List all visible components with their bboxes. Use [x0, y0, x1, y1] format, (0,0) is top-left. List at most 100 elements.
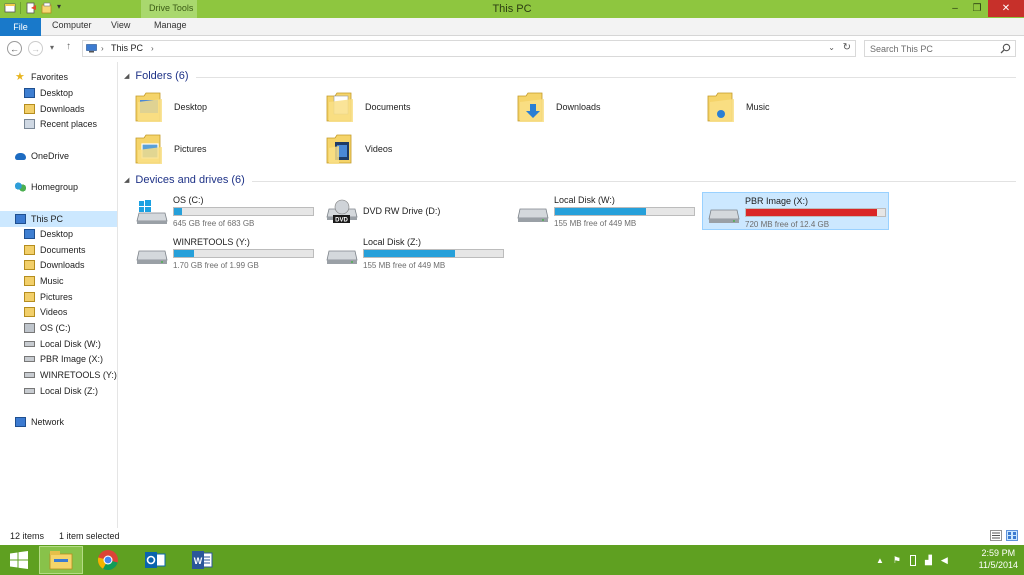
- folder-pictures[interactable]: Pictures: [134, 132, 207, 166]
- this-pc-icon: [15, 214, 26, 224]
- nav-pc-music[interactable]: Music: [24, 276, 64, 286]
- nav-pc-downloads[interactable]: Downloads: [24, 260, 85, 270]
- nav-pc-local-disk-w[interactable]: Local Disk (W:): [24, 339, 101, 349]
- up-icon[interactable]: ↑: [66, 41, 71, 52]
- computer-icon: [86, 44, 97, 53]
- network-signal-icon[interactable]: ▟: [925, 555, 932, 566]
- folder-desktop[interactable]: Desktop: [134, 90, 207, 124]
- volume-icon[interactable]: ◀: [941, 555, 948, 566]
- drive-name: OS (C:): [173, 195, 204, 205]
- start-button[interactable]: [0, 545, 37, 575]
- search-icon[interactable]: [1000, 43, 1011, 54]
- explorer-window-icon[interactable]: [4, 2, 16, 14]
- nav-favorites-label: Favorites: [31, 72, 69, 82]
- nav-favorites[interactable]: ★ Favorites: [15, 72, 69, 83]
- nav-pc-desktop[interactable]: Desktop: [24, 229, 73, 239]
- nav-favorites-desktop[interactable]: Desktop: [24, 88, 73, 98]
- collapse-triangle-icon[interactable]: ◢: [124, 176, 129, 184]
- drive-dvd-rw-d[interactable]: DVD DVD RW Drive (D:): [321, 192, 508, 230]
- properties-icon[interactable]: [25, 2, 37, 14]
- nav-item-label: Pictures: [40, 292, 73, 302]
- selected-count: 1 item selected: [59, 531, 120, 541]
- folder-videos[interactable]: Videos: [325, 132, 392, 166]
- hard-drive-icon: [326, 250, 358, 264]
- videos-folder-icon: [24, 307, 35, 317]
- drive-free-space: 155 MB free of 449 MB: [363, 261, 446, 270]
- close-button[interactable]: ✕: [988, 0, 1024, 17]
- breadcrumb-this-pc[interactable]: This PC: [111, 43, 143, 53]
- nav-item-label: Desktop: [40, 229, 74, 239]
- nav-pc-local-disk-z[interactable]: Local Disk (Z:): [24, 386, 98, 396]
- nav-pc-documents[interactable]: Documents: [24, 245, 86, 255]
- taskbar-file-explorer[interactable]: [39, 546, 83, 574]
- dvd-drive-icon: DVD: [326, 199, 358, 224]
- folder-label: Videos: [365, 144, 393, 154]
- folder-downloads[interactable]: Downloads: [516, 90, 601, 124]
- drive-free-space: 1.70 GB free of 1.99 GB: [173, 261, 259, 270]
- show-hidden-icons-icon[interactable]: ▲: [876, 556, 884, 565]
- file-explorer-icon: [49, 551, 73, 570]
- search-input[interactable]: Search This PC: [870, 44, 933, 54]
- nav-pc-pictures[interactable]: Pictures: [24, 292, 73, 302]
- collapse-triangle-icon[interactable]: ◢: [124, 72, 129, 80]
- nav-homegroup[interactable]: Homegroup: [15, 182, 78, 192]
- folder-music[interactable]: Music: [706, 90, 770, 124]
- svg-text:DVD: DVD: [335, 218, 348, 224]
- drives-group-header[interactable]: ◢ Devices and drives (6): [124, 174, 245, 186]
- nav-favorites-downloads[interactable]: Downloads: [24, 104, 85, 114]
- nav-network[interactable]: Network: [15, 417, 64, 427]
- drive-winretools-y[interactable]: WINRETOOLS (Y:) 1.70 GB free of 1.99 GB: [131, 234, 318, 272]
- nav-pc-os-c[interactable]: OS (C:): [24, 323, 71, 333]
- group-divider: [252, 181, 1016, 182]
- drive-local-disk-z[interactable]: Local Disk (Z:) 155 MB free of 449 MB: [321, 234, 508, 272]
- drive-os-c[interactable]: OS (C:) 645 GB free of 683 GB: [131, 192, 318, 230]
- large-icons-view-icon[interactable]: [1006, 530, 1018, 541]
- address-dropdown-icon[interactable]: ⌄: [828, 43, 835, 52]
- customize-qat-icon[interactable]: ▾: [57, 2, 69, 14]
- new-folder-icon[interactable]: [41, 2, 53, 14]
- nav-favorites-recent-places[interactable]: Recent places: [24, 119, 97, 129]
- taskbar-chrome[interactable]: [86, 546, 130, 574]
- minimize-button[interactable]: –: [944, 0, 966, 17]
- tab-file[interactable]: File: [0, 18, 41, 36]
- music-folder-icon: [24, 276, 35, 286]
- folder-documents[interactable]: Documents: [325, 90, 411, 124]
- tab-manage[interactable]: Manage: [154, 20, 187, 30]
- windows-drive-icon: [136, 200, 168, 224]
- word-icon: W: [192, 551, 213, 569]
- breadcrumb-separator-icon[interactable]: ›: [101, 44, 104, 53]
- ribbon-tabs: File Computer View Manage: [0, 18, 1024, 36]
- taskbar-clock[interactable]: 2:59 PM 11/5/2014: [979, 547, 1018, 571]
- back-button[interactable]: ←: [7, 41, 22, 56]
- nav-pc-winretools-y[interactable]: WINRETOOLS (Y:): [24, 370, 117, 380]
- tab-computer[interactable]: Computer: [52, 20, 92, 30]
- nav-onedrive[interactable]: OneDrive: [15, 151, 69, 161]
- taskbar-word[interactable]: W: [180, 546, 224, 574]
- title-bar: ▾ Drive Tools This PC – ❐ ✕: [0, 0, 1024, 36]
- taskbar-outlook[interactable]: [133, 546, 177, 574]
- nav-item-label: Local Disk (Z:): [40, 386, 99, 396]
- maximize-button[interactable]: ❐: [966, 0, 988, 17]
- nav-pc-videos[interactable]: Videos: [24, 307, 67, 317]
- back-icon: ←: [10, 43, 19, 54]
- tab-view[interactable]: View: [111, 20, 130, 30]
- address-bar[interactable]: › This PC › ⌄ ↻: [82, 40, 856, 57]
- nav-pc-pbr-image-x[interactable]: PBR Image (X:): [24, 354, 103, 364]
- hard-drive-icon: [24, 372, 35, 378]
- folders-group-header[interactable]: ◢ Folders (6): [124, 70, 189, 82]
- hard-drive-icon: [708, 209, 740, 223]
- battery-icon[interactable]: [910, 554, 916, 566]
- refresh-icon[interactable]: ↻: [843, 42, 851, 53]
- recent-dropdown-icon[interactable]: ▾: [50, 43, 54, 52]
- nav-item-label: PBR Image (X:): [40, 354, 104, 364]
- drive-local-disk-w[interactable]: Local Disk (W:) 155 MB free of 449 MB: [512, 192, 699, 230]
- search-box[interactable]: Search This PC: [864, 40, 1016, 57]
- action-center-flag-icon[interactable]: ⚑: [893, 555, 901, 566]
- details-view-icon[interactable]: [990, 530, 1002, 541]
- breadcrumb-chevron-icon[interactable]: ›: [151, 44, 154, 53]
- drive-pbr-image-x[interactable]: PBR Image (X:) 720 MB free of 12.4 GB: [702, 192, 889, 230]
- forward-button[interactable]: →: [28, 41, 43, 56]
- folders-group-title: Folders (6): [135, 70, 189, 82]
- folder-label: Documents: [365, 102, 411, 112]
- nav-this-pc[interactable]: This PC: [0, 211, 117, 227]
